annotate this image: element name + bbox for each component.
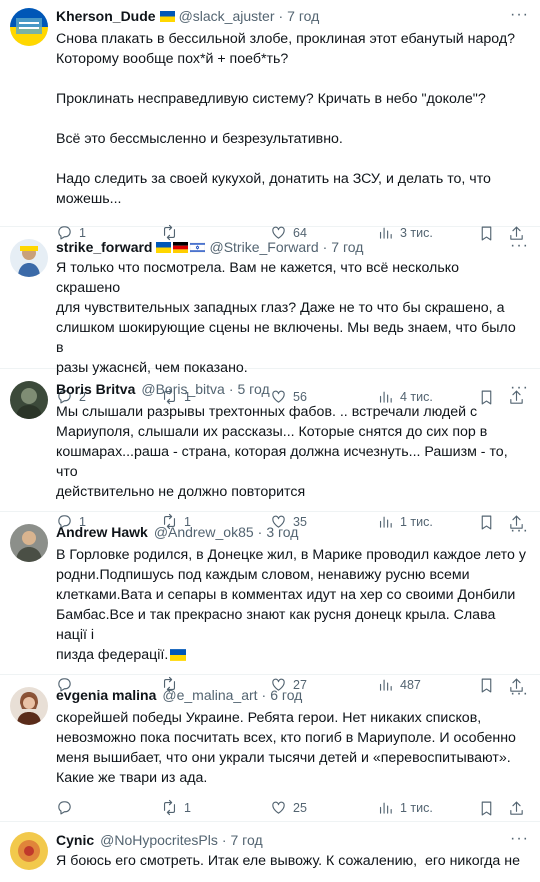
more-icon[interactable]: ···	[510, 7, 528, 26]
avatar[interactable]	[10, 239, 48, 277]
tweet-header: Cynic @NoHypocritesPls · 7 год	[56, 832, 263, 848]
author-handle[interactable]: @Andrew_ok85	[154, 524, 254, 540]
tweet-text: Снова плакать в бессильной злобе, прокли…	[56, 31, 516, 207]
ukraine-flag-icon	[156, 241, 172, 253]
more-icon[interactable]: ···	[510, 831, 528, 850]
author-name[interactable]: Cynic	[56, 832, 94, 848]
views-icon	[379, 802, 392, 814]
timestamp[interactable]: 7 год	[287, 8, 319, 24]
avatar[interactable]	[10, 687, 48, 725]
reply-tweet[interactable]: evgenia malina @e_malina_art · 6 год ···…	[0, 675, 540, 822]
action-bar: 1 25 1 тис.	[56, 799, 526, 819]
reply-tweet[interactable]: Boris Britva @Boris_bitva · 5 год ··· Мы…	[0, 369, 540, 530]
more-icon[interactable]: ···	[510, 238, 528, 257]
tweet-text: В Горловке родился, в Донецке жил, в Мар…	[56, 547, 526, 663]
repost-button[interactable]: 1	[161, 799, 191, 816]
germany-flag-icon	[173, 241, 189, 253]
reply-icon	[58, 801, 71, 815]
author-handle[interactable]: @slack_ajuster	[179, 8, 275, 24]
more-icon[interactable]: ···	[510, 523, 528, 542]
avatar[interactable]	[10, 8, 48, 46]
repost-icon	[163, 799, 176, 816]
author-handle[interactable]: @Strike_Forward	[209, 239, 318, 255]
more-icon[interactable]: ···	[510, 380, 528, 399]
author-name[interactable]: evgenia malina	[56, 687, 156, 703]
timestamp[interactable]: 7 год	[230, 832, 262, 848]
timestamp[interactable]: 7 год	[331, 239, 363, 255]
reply-tweet[interactable]: strike_forward @Strike_Forward · 7 год ·…	[0, 227, 540, 405]
reply-tweet[interactable]: Kherson_Dude @slack_ajuster · 7 год ··· …	[0, 0, 540, 241]
author-name[interactable]: strike_forward	[56, 239, 152, 255]
tweet-header: Kherson_Dude @slack_ajuster · 7 год	[56, 8, 320, 24]
like-button[interactable]: 25	[270, 799, 307, 816]
author-handle[interactable]: @Boris_bitva	[141, 381, 224, 397]
reply-tweet[interactable]: Andrew Hawk @Andrew_ok85 · 3 год ··· В Г…	[0, 512, 540, 693]
tweet-text: Я боюсь его смотреть. Итак еле вывожу. К…	[56, 853, 520, 869]
author-name[interactable]: Andrew Hawk	[56, 524, 148, 540]
tweet-text: Я только что посмотрела. Вам не кажется,…	[56, 260, 516, 376]
share-button[interactable]	[508, 800, 525, 820]
avatar[interactable]	[10, 832, 48, 870]
more-icon[interactable]: ···	[510, 686, 528, 705]
bookmark-icon	[481, 801, 492, 816]
author-handle[interactable]: @NoHypocritesPls	[100, 832, 218, 848]
timestamp[interactable]: 3 год	[266, 524, 298, 540]
views-button[interactable]: 1 тис.	[377, 799, 433, 816]
reply-button[interactable]	[56, 799, 79, 816]
author-name[interactable]: Kherson_Dude	[56, 8, 156, 24]
avatar[interactable]	[10, 381, 48, 419]
tweet-header: evgenia malina @e_malina_art · 6 год	[56, 687, 303, 703]
author-handle[interactable]: @e_malina_art	[162, 687, 257, 703]
share-icon	[510, 801, 523, 815]
israel-flag-icon	[190, 241, 206, 253]
replies-feed: Kherson_Dude @slack_ajuster · 7 год ··· …	[0, 0, 540, 882]
tweet-text: Мы слышали разрывы трехтонных фабов. .. …	[56, 404, 508, 500]
ukraine-flag-icon	[170, 649, 187, 662]
tweet-header: strike_forward @Strike_Forward · 7 год	[56, 239, 364, 255]
avatar[interactable]	[10, 524, 48, 562]
timestamp[interactable]: 5 год	[238, 381, 270, 397]
reply-tweet[interactable]: Cynic @NoHypocritesPls · 7 год ··· Я бою…	[0, 822, 540, 882]
ukraine-flag-icon	[159, 10, 175, 22]
tweet-header: Andrew Hawk @Andrew_ok85 · 3 год	[56, 524, 299, 540]
bookmark-button[interactable]	[478, 800, 495, 820]
like-icon	[272, 801, 285, 814]
tweet-text: скорейшей победы Украине. Ребята герои. …	[56, 710, 516, 786]
timestamp[interactable]: 6 год	[270, 687, 302, 703]
tweet-header: Boris Britva @Boris_bitva · 5 год	[56, 381, 270, 397]
author-name[interactable]: Boris Britva	[56, 381, 135, 397]
